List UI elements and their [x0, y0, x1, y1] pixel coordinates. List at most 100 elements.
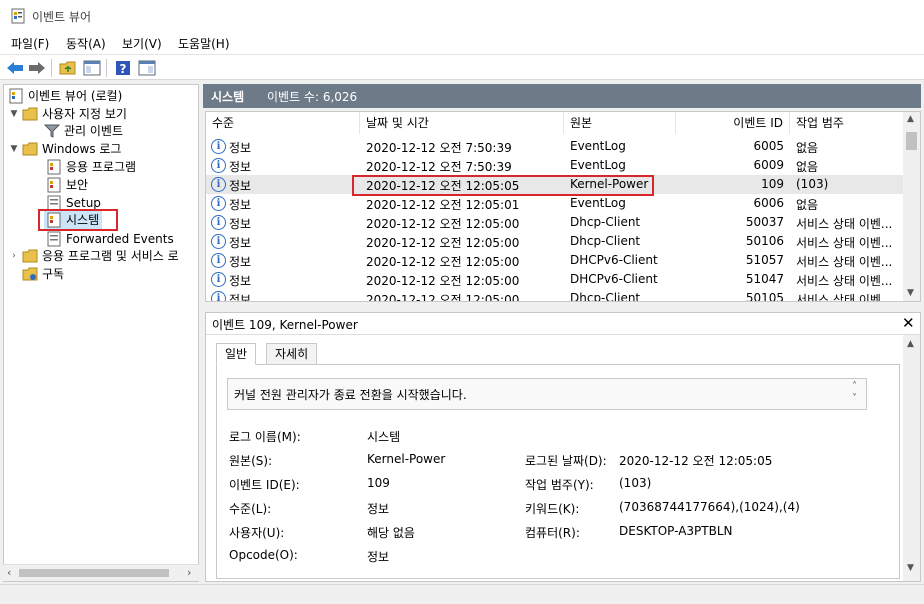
- table-row[interactable]: i 정보 2020-12-12 오전 7:50:39 EventLog 6009 없음: [206, 156, 904, 175]
- cell-source: Dhcp-Client: [570, 291, 641, 302]
- table-row[interactable]: i 정보 2020-12-12 오전 12:05:01 EventLog 6006 없음: [206, 194, 904, 213]
- tree-item-root[interactable]: 이벤트 뷰어 (로컬): [6, 87, 122, 105]
- tab-details[interactable]: 자세히: [266, 343, 318, 365]
- opcode-value: 정보: [367, 550, 390, 564]
- source-label: 원본(S):: [229, 454, 273, 468]
- event-detail-pane: 이벤트 109, Kernel-Power ✕ 일반 자세히 커널 전원 관리자…: [205, 312, 921, 582]
- event-id-label: 이벤트 ID(E):: [229, 478, 300, 492]
- column-source[interactable]: 원본: [564, 112, 676, 134]
- help-icon: ?: [116, 61, 130, 76]
- folder-icon: [22, 141, 38, 157]
- table-row[interactable]: i 정보 2020-12-12 오전 12:05:00 Dhcp-Client 5010…: [206, 232, 904, 251]
- scrollbar-thumb[interactable]: [906, 132, 917, 150]
- chevron-down-icon[interactable]: ▼: [8, 105, 20, 123]
- info-icon: i: [211, 253, 226, 268]
- system-highlight-box: [38, 209, 118, 231]
- back-arrow-icon: [7, 62, 23, 74]
- column-event-id[interactable]: 이벤트 ID: [676, 112, 790, 134]
- cell-cat: 없음: [796, 160, 819, 174]
- cell-cat: 서비스 상태 이벤...: [796, 217, 893, 231]
- scrollbar-thumb[interactable]: [19, 569, 169, 577]
- menu-view[interactable]: 보기(V): [122, 35, 162, 52]
- keywords-value: (70368744177664),(1024),(4): [619, 500, 800, 514]
- cell-cat: 서비스 상태 이벤...: [796, 274, 893, 288]
- info-icon: i: [211, 215, 226, 230]
- tree-item-security[interactable]: 보안: [44, 176, 88, 194]
- tree-item-app-services[interactable]: › 응용 프로그램 및 서비스 로: [8, 247, 179, 265]
- menu-file[interactable]: 파일(F): [11, 35, 49, 52]
- status-bar: [0, 584, 924, 604]
- cell-cat: 서비스 상태 이벤...: [796, 293, 893, 302]
- folder-icon: [22, 106, 38, 122]
- table-row[interactable]: i 정보 2020-12-12 오전 12:05:00 DHCPv6-Client 51…: [206, 270, 904, 289]
- cell-cat: (103): [796, 177, 829, 191]
- chevron-right-icon[interactable]: ›: [8, 247, 20, 265]
- up-folder-button[interactable]: [58, 58, 78, 78]
- cell-cat: 서비스 상태 이벤...: [796, 255, 893, 269]
- table-row[interactable]: i 정보 2020-12-12 오전 7:50:39 EventLog 6005 없음: [206, 137, 904, 156]
- cell-source: EventLog: [570, 139, 626, 153]
- tab-general[interactable]: 일반: [216, 343, 257, 365]
- tree-item-subscriptions[interactable]: 구독: [20, 265, 64, 283]
- back-button[interactable]: [5, 58, 25, 78]
- scroll-right-icon[interactable]: ›: [187, 566, 191, 579]
- tree-horizontal-scrollbar[interactable]: ‹ ›: [3, 564, 199, 581]
- tree-item-forwarded-events[interactable]: Forwarded Events: [44, 230, 174, 248]
- detail-vertical-scrollbar[interactable]: ▲ ▼: [903, 335, 920, 581]
- chevron-down-icon[interactable]: ▼: [8, 140, 20, 158]
- table-row[interactable]: i 정보 2020-12-12 오전 12:05:00 Dhcp-Client 5010…: [206, 289, 904, 302]
- cell-date: 2020-12-12 오전 12:05:00: [366, 293, 520, 302]
- tree-item-custom-views[interactable]: ▼ 사용자 지정 보기: [8, 105, 127, 123]
- chevron-up-icon[interactable]: ˄: [852, 381, 857, 392]
- info-icon: i: [211, 139, 226, 154]
- computer-value: DESKTOP-A3PTBLN: [619, 524, 733, 538]
- title-bar: 이벤트 뷰어: [0, 0, 924, 32]
- show-hide-action-pane-button[interactable]: [137, 58, 157, 78]
- general-tab-panel: 커널 전원 관리자가 종료 전환을 시작했습니다. ˄ ˅ 로그 이름(M): …: [216, 364, 900, 579]
- tree-label: 구독: [42, 267, 65, 281]
- tree-item-windows-logs[interactable]: ▼ Windows 로그: [8, 140, 122, 158]
- table-row[interactable]: i 정보 2020-12-12 오전 12:05:00 Dhcp-Client 5003…: [206, 213, 904, 232]
- scroll-down-icon[interactable]: ▼: [907, 563, 914, 573]
- tree-item-admin-events[interactable]: 관리 이벤트: [42, 122, 123, 140]
- table-row[interactable]: i 정보 2020-12-12 오전 12:05:00 DHCPv6-Client 51…: [206, 251, 904, 270]
- log-icon: [46, 231, 62, 247]
- scroll-up-icon[interactable]: ▲: [907, 339, 914, 349]
- log-name-label: 로그 이름(M):: [229, 430, 301, 444]
- cell-source: DHCPv6-Client: [570, 272, 658, 286]
- tree-item-application[interactable]: 응용 프로그램: [44, 158, 136, 176]
- detail-title-bar: 이벤트 109, Kernel-Power ✕: [206, 313, 920, 335]
- help-button[interactable]: ?: [113, 58, 133, 78]
- cell-level: 정보: [229, 274, 252, 288]
- column-date[interactable]: 날짜 및 시간: [360, 112, 564, 134]
- forward-button[interactable]: [27, 58, 47, 78]
- chevron-down-icon[interactable]: ˅: [852, 393, 857, 404]
- tree-label: 보안: [66, 178, 89, 192]
- menu-help[interactable]: 도움말(H): [178, 35, 230, 52]
- cell-cat: 없음: [796, 141, 819, 155]
- log-icon: [46, 177, 62, 193]
- scroll-left-icon[interactable]: ‹: [7, 566, 11, 579]
- cell-id: 51057: [745, 253, 784, 267]
- list-vertical-scrollbar[interactable]: ▲ ▼: [903, 112, 920, 301]
- close-icon[interactable]: ✕: [902, 314, 915, 332]
- scroll-down-icon[interactable]: ▼: [907, 288, 914, 298]
- svg-text:?: ?: [120, 62, 127, 76]
- toolbar-separator: [106, 59, 107, 77]
- menu-action[interactable]: 동작(A): [66, 35, 106, 52]
- cell-id: 51047: [745, 272, 784, 286]
- column-task-category[interactable]: 작업 범주: [790, 112, 904, 134]
- folder-icon: [22, 248, 38, 264]
- keywords-label: 키워드(K):: [525, 502, 580, 516]
- computer-label: 컴퓨터(R):: [525, 526, 580, 540]
- tree-label: Windows 로그: [42, 142, 122, 156]
- logged-label: 로그된 날짜(D):: [525, 454, 607, 468]
- info-icon: i: [211, 158, 226, 173]
- cell-date: 2020-12-12 오전 12:05:00: [366, 255, 520, 269]
- cell-level: 정보: [229, 236, 252, 250]
- log-title: 시스템: [211, 90, 245, 104]
- column-level[interactable]: 수준: [206, 112, 360, 134]
- show-hide-tree-button[interactable]: [82, 58, 102, 78]
- scroll-up-icon[interactable]: ▲: [907, 114, 914, 124]
- description-text: 커널 전원 관리자가 종료 전환을 시작했습니다.: [234, 388, 467, 402]
